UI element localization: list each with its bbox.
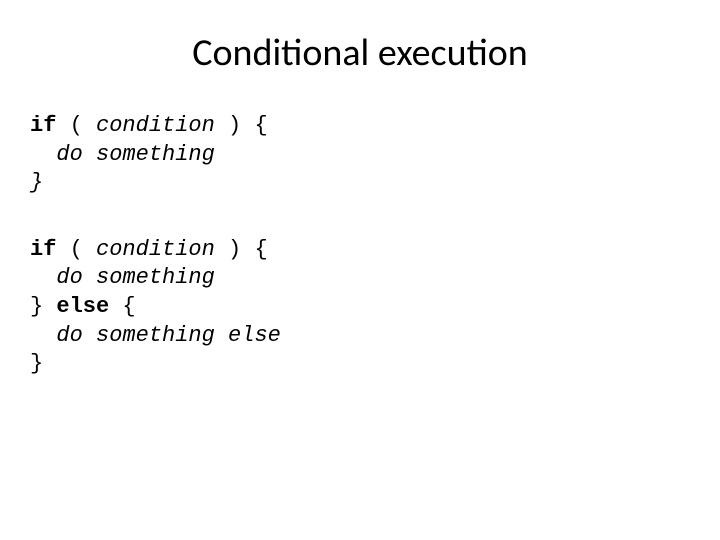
indent <box>30 265 56 290</box>
paren-close: ) { <box>215 113 268 138</box>
code-line: } <box>30 350 690 379</box>
paren-open: ( <box>56 113 96 138</box>
keyword-if: if <box>30 113 56 138</box>
placeholder-body: do something else <box>56 323 280 348</box>
paren-open: ( <box>56 237 96 262</box>
slide: Conditional execution if ( condition ) {… <box>0 0 720 540</box>
paren-close: ) { <box>215 237 268 262</box>
indent <box>30 142 56 167</box>
indent <box>30 323 56 348</box>
code-line: } else { <box>30 293 690 322</box>
keyword-else: else <box>56 294 109 319</box>
code-line: } <box>30 169 690 198</box>
slide-title: Conditional execution <box>30 30 690 76</box>
code-line: if ( condition ) { <box>30 112 690 141</box>
brace-close: } <box>30 294 56 319</box>
brace-open: { <box>109 294 135 319</box>
code-line: do something else <box>30 322 690 351</box>
code-line: if ( condition ) { <box>30 236 690 265</box>
code-block-if: if ( condition ) { do something } <box>30 112 690 198</box>
placeholder-body: do something <box>56 142 214 167</box>
code-line: do something <box>30 264 690 293</box>
placeholder-condition: condition <box>96 237 215 262</box>
placeholder-condition: condition <box>96 113 215 138</box>
code-line: do something <box>30 141 690 170</box>
keyword-if: if <box>30 237 56 262</box>
placeholder-body: do something <box>56 265 214 290</box>
code-block-if-else: if ( condition ) { do something } else {… <box>30 236 690 379</box>
